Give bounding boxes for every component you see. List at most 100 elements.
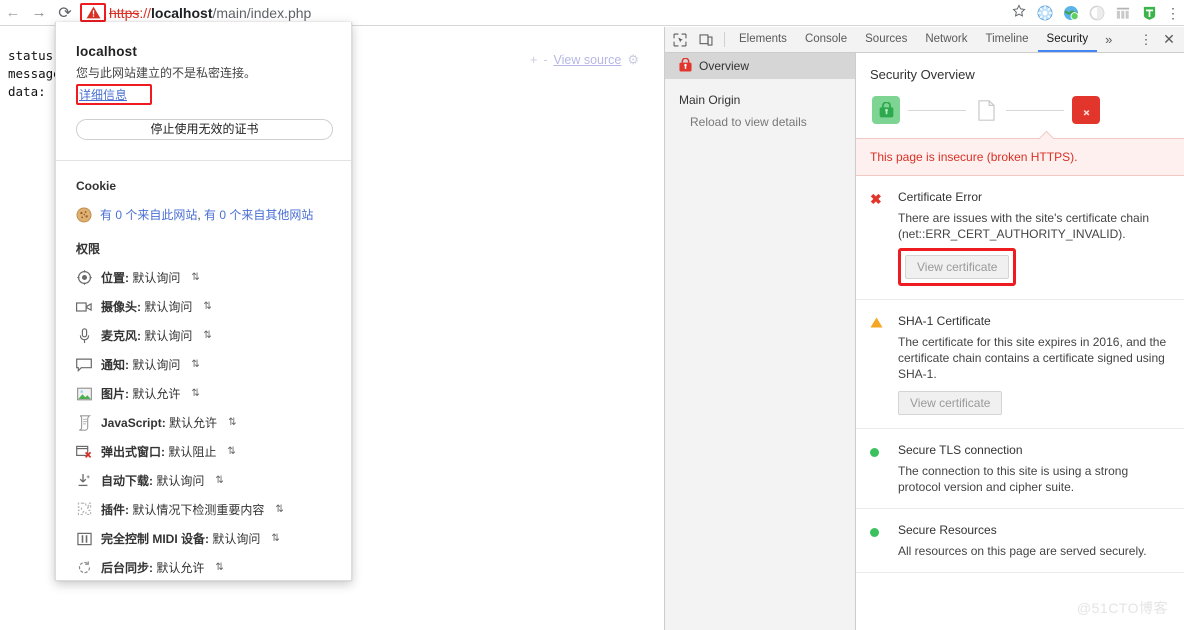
permission-row-javascript[interactable]: JavaScript: 默认允许 ⇅ xyxy=(76,414,331,431)
security-item-body: Secure TLS connection The connection to … xyxy=(898,443,1170,495)
microphone-icon xyxy=(76,327,92,344)
sidebar-item-label: Overview xyxy=(699,59,750,73)
browser-menu-button[interactable]: ⋮ xyxy=(1162,6,1184,20)
permission-label: 位置: xyxy=(101,271,129,285)
security-item-title: SHA-1 Certificate xyxy=(898,314,991,328)
red-lock-icon xyxy=(679,57,692,75)
midi-icon xyxy=(76,531,92,547)
cookie-text-separator: , xyxy=(197,208,205,222)
view-certificate-highlight: View certificate xyxy=(898,248,1017,286)
zoom-out-control[interactable]: - xyxy=(543,53,547,67)
cookie-this-site[interactable]: 有 0 个来自此网站 xyxy=(100,208,197,222)
security-item-body: Secure Resources All resources on this p… xyxy=(898,523,1170,559)
chevron-updown-icon[interactable]: ⇅ xyxy=(203,301,211,312)
tab-sources[interactable]: Sources xyxy=(856,27,916,52)
tab-network[interactable]: Network xyxy=(916,27,976,52)
permission-label: 插件: xyxy=(101,503,129,517)
security-item-description: The connection to this site is using a s… xyxy=(898,464,1129,494)
chevron-updown-icon[interactable]: ⇅ xyxy=(203,330,211,341)
cookie-other-sites[interactable]: 有 0 个来自其他网站 xyxy=(204,208,313,222)
chevron-updown-icon[interactable]: ⇅ xyxy=(215,562,223,573)
more-tabs-chevron-icon[interactable]: » xyxy=(1097,32,1120,47)
tab-console[interactable]: Console xyxy=(796,27,856,52)
tab-elements[interactable]: Elements xyxy=(730,27,796,52)
close-icon[interactable]: ✕ xyxy=(1156,31,1182,48)
extension-globe-icon[interactable] xyxy=(1058,0,1084,26)
view-certificate-button[interactable]: View certificate xyxy=(898,391,1003,415)
cookie-icon xyxy=(76,207,92,222)
permission-row-plugins[interactable]: 插件: 默认情况下检测重要内容 ⇅ xyxy=(76,501,331,518)
back-button[interactable]: ← xyxy=(0,0,26,26)
permission-value: 默认询问 xyxy=(212,532,261,546)
popup-cookie-section: Cookie 有 0 个来自此网站, 有 0 个来自其他网站 权限 位置: 默认… xyxy=(56,179,351,580)
security-overview-main: Security Overview This page is insecure … xyxy=(856,53,1184,630)
cookie-row[interactable]: 有 0 个来自此网站, 有 0 个来自其他网站 xyxy=(76,206,331,223)
url-scheme: https xyxy=(109,4,140,21)
permission-row-auto-downloads[interactable]: 自动下载: 默认询问 ⇅ xyxy=(76,472,331,489)
chevron-updown-icon[interactable]: ⇅ xyxy=(271,533,279,544)
permission-value: 默认询问 xyxy=(144,329,193,343)
security-item-title: Certificate Error xyxy=(898,190,983,204)
chevron-updown-icon[interactable]: ⇅ xyxy=(215,475,223,486)
gear-icon[interactable]: ⚙ xyxy=(627,52,639,68)
extension-green-shield-icon[interactable] xyxy=(1136,0,1162,26)
chevron-updown-icon[interactable]: ⇅ xyxy=(191,388,199,399)
address-bar[interactable]: https://localhost/main/index.php xyxy=(80,2,1002,24)
warning-triangle-icon[interactable] xyxy=(86,6,101,19)
view-certificate-button[interactable]: View certificate xyxy=(905,255,1010,279)
devtools-menu-button[interactable]: ⋮ xyxy=(1136,33,1156,46)
chevron-updown-icon[interactable]: ⇅ xyxy=(227,446,235,457)
chevron-updown-icon[interactable]: ⇅ xyxy=(275,504,283,515)
devtools-panel: Elements Console Sources Network Timelin… xyxy=(664,27,1184,630)
extension-columns-icon[interactable] xyxy=(1110,0,1136,26)
zoom-in-control[interactable]: + xyxy=(530,53,537,67)
device-toolbar-icon[interactable] xyxy=(693,27,719,52)
popup-connection-section: localhost 您与此网站建立的不是私密连接。 详细信息 停止使用无效的证书 xyxy=(56,22,351,140)
green-lock-icon xyxy=(872,96,900,124)
extension-grey-icon[interactable] xyxy=(1084,0,1110,26)
bookmark-star-icon[interactable] xyxy=(1006,4,1032,21)
permission-label: 后台同步: xyxy=(101,561,153,575)
security-item-description: The certificate for this site expires in… xyxy=(898,335,1167,381)
chevron-updown-icon[interactable]: ⇅ xyxy=(191,359,199,370)
permission-label: 弹出式窗口: xyxy=(101,445,165,459)
permissions-heading: 权限 xyxy=(76,242,101,256)
extension-blue-icon[interactable] xyxy=(1032,0,1058,26)
security-item-sha1-certificate: SHA-1 Certificate The certificate for th… xyxy=(856,300,1184,429)
permission-value: 默认询问 xyxy=(144,300,193,314)
permission-row-background-sync[interactable]: 后台同步: 默认允许 ⇅ xyxy=(76,559,331,576)
permission-label: JavaScript: xyxy=(101,416,166,430)
popup-divider xyxy=(56,160,351,161)
permission-row-camera[interactable]: 摄像头: 默认询问 ⇅ xyxy=(76,298,331,315)
permission-value: 默认询问 xyxy=(132,271,181,285)
tab-security[interactable]: Security xyxy=(1038,27,1098,52)
permission-label: 通知: xyxy=(101,358,129,372)
tab-timeline[interactable]: Timeline xyxy=(977,27,1038,52)
sidebar-item-overview[interactable]: Overview xyxy=(665,53,855,79)
url-path: /main/index.php xyxy=(212,4,312,21)
cookie-count-text[interactable]: 有 0 个来自此网站, 有 0 个来自其他网站 xyxy=(100,206,313,223)
warning-triangle-icon xyxy=(870,314,898,415)
permission-row-location[interactable]: 位置: 默认询问 ⇅ xyxy=(76,269,331,286)
background-sync-icon xyxy=(76,560,92,576)
popup-site-title: localhost xyxy=(76,44,138,59)
permission-value: 默认允许 xyxy=(132,387,181,401)
details-link[interactable]: 详细信息 xyxy=(79,88,127,102)
permission-row-midi[interactable]: 完全控制 MIDI 设备: 默认询问 ⇅ xyxy=(76,530,331,547)
chevron-updown-icon[interactable]: ⇅ xyxy=(228,417,236,428)
location-icon xyxy=(76,270,92,286)
view-source-link[interactable]: View source xyxy=(553,53,621,67)
security-sidebar: Overview Main Origin Reload to view deta… xyxy=(665,53,856,630)
details-link-highlight: 详细信息 xyxy=(76,84,152,105)
permission-row-popups[interactable]: 弹出式窗口: 默认阻止 ⇅ xyxy=(76,443,331,460)
forward-button[interactable]: → xyxy=(26,0,52,26)
site-warning-highlight xyxy=(80,3,106,22)
permission-row-notifications[interactable]: 通知: 默认询问 ⇅ xyxy=(76,356,331,373)
permission-row-microphone[interactable]: 麦克风: 默认询问 ⇅ xyxy=(76,327,331,344)
url-separator: :// xyxy=(139,4,152,21)
chevron-updown-icon[interactable]: ⇅ xyxy=(191,272,199,283)
stop-using-invalid-cert-button[interactable]: 停止使用无效的证书 xyxy=(76,119,333,140)
inspect-cursor-icon[interactable] xyxy=(667,27,693,52)
security-item-body: Certificate Error There are issues with … xyxy=(898,190,1170,286)
permission-row-images[interactable]: 图片: 默认允许 ⇅ xyxy=(76,385,331,402)
